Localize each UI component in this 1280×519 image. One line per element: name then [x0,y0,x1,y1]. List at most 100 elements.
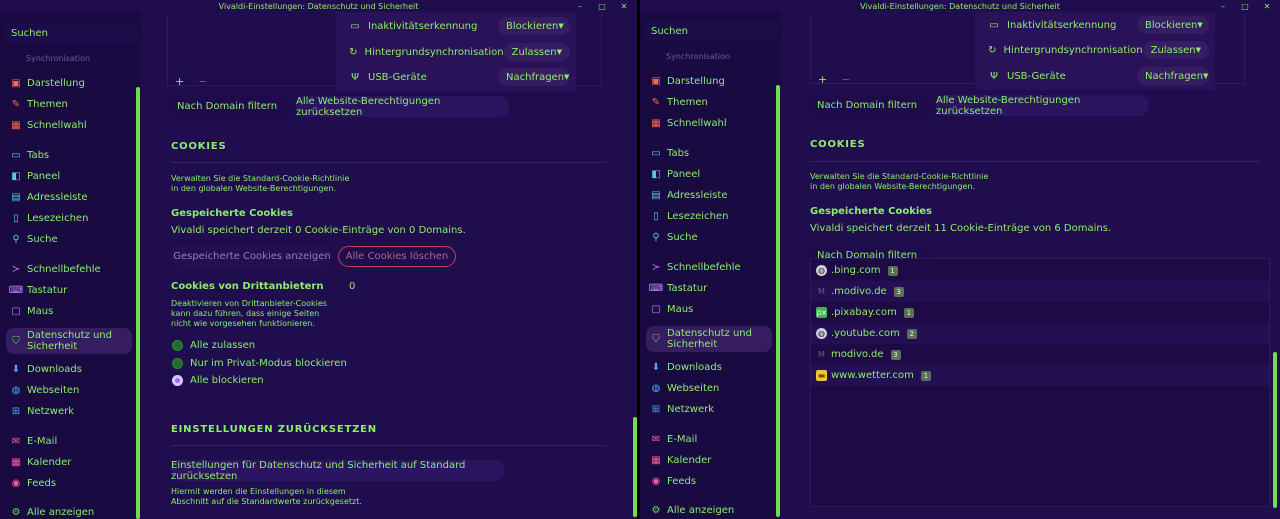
cookie-domain-row[interactable]: Mmodivo.de 3 [811,344,1269,365]
add-permission-button[interactable]: + [818,73,827,86]
sidebar-item-datenschutz[interactable]: ⛉ Datenschutz und Sicherheit [6,328,132,354]
addressbar-icon: ▤ [11,192,21,203]
permission-select[interactable]: Zulassen ▼ [503,43,570,61]
sidebar-item-tabs[interactable]: ▭ Tabs [646,144,772,163]
sidebar-item-email[interactable]: ✉ E-Mail [646,430,772,449]
sidebar-item-kalender[interactable]: ▦ Kalender [646,451,772,470]
reset-description: Hiermit werden die Einstellungen in dies… [171,487,362,506]
maximize-button[interactable]: □ [1236,0,1254,12]
sidebar-item-schnellwahl[interactable]: ▦ Schnellwahl [6,116,132,135]
sidebar-item-alle-anzeigen[interactable]: ⚙ Alle anzeigen [6,503,132,519]
sidebar-item-tabs[interactable]: ▭ Tabs [6,146,132,165]
sidebar-scrollbar[interactable] [136,87,140,519]
reset-settings-button[interactable]: Einstellungen für Datenschutz und Sicher… [171,460,505,482]
radio-allow-all[interactable]: Alle zulassen [172,340,255,351]
sidebar-item-lesezeichen[interactable]: ▯ Lesezeichen [6,209,132,228]
permission-select[interactable]: Blockieren ▼ [1137,16,1209,34]
remove-permission-button[interactable]: − [841,73,850,86]
sidebar-item-suche[interactable]: ⚲ Suche [6,230,132,249]
saved-cookies-status: Vivaldi speichert derzeit 0 Cookie-Eintr… [171,225,466,236]
sidebar-item-lesezeichen[interactable]: ▯ Lesezeichen [646,207,772,226]
command-icon: ≻ [11,264,21,275]
cookies-description: Verwalten Sie die Standard-Cookie-Richtl… [171,174,350,193]
cookie-domain-row[interactable]: px .pixabay.com 1 [811,302,1269,323]
sidebar-item-adressleiste[interactable]: ▤ Adressleiste [646,186,772,205]
sidebar-item-datenschutz[interactable]: ⛉ Datenschutz und Sicherheit [646,326,772,352]
content-scrollbar[interactable] [633,417,637,517]
maximize-button[interactable]: □ [593,0,611,12]
permission-select[interactable]: Nachfragen ▼ [498,68,570,86]
sidebar-item-email[interactable]: ✉ E-Mail [6,432,132,451]
divider [171,445,606,446]
feeds-icon: ◉ [651,476,661,487]
cookie-count-badge: 3 [893,286,904,297]
sidebar-item-webseiten[interactable]: ◍ Webseiten [6,381,132,400]
cookie-domain-row[interactable]: ▬ www.wetter.com 1 [811,365,1269,386]
show-saved-cookies-button[interactable]: Gespeicherte Cookies anzeigen [171,246,333,267]
sidebar-item-netzwerk[interactable]: ⊞ Netzwerk [6,402,132,421]
cookie-domain-row[interactable]: M .modivo.de 3 [811,281,1269,302]
shield-icon: ⛉ [652,333,660,345]
cookie-domain-row[interactable]: ◍ .bing.com 1 [811,260,1269,281]
sidebar-scrollbar[interactable] [776,85,780,517]
sidebar-item-maus[interactable]: ▢ Maus [646,300,772,319]
close-button[interactable]: ✕ [1258,0,1276,12]
panel-icon: ◧ [11,171,21,182]
sidebar-item-alle-anzeigen[interactable]: ⚙ Alle anzeigen [646,501,772,519]
sidebar-item-paneel[interactable]: ◧ Paneel [646,165,772,184]
panel-icon: ◧ [651,169,661,180]
modivo-icon: M [818,350,825,359]
globe-icon: ◍ [651,383,661,394]
chevron-down-icon: ▼ [1197,21,1203,29]
sidebar-item-adressleiste[interactable]: ▤ Adressleiste [6,188,132,207]
window-controls: – □ ✕ [571,0,633,12]
sidebar-item-maus[interactable]: ▢ Maus [6,302,132,321]
sidebar-item-feeds[interactable]: ◉ Feeds [6,474,132,493]
chevron-down-icon: ▼ [564,73,570,81]
permission-domain-filter-input[interactable]: Nach Domain filtern [170,96,292,117]
minimize-button[interactable]: – [571,0,589,12]
add-permission-button[interactable]: + [175,75,184,88]
tabs-icon: ▭ [651,148,661,159]
sidebar-item-kalender[interactable]: ▦ Kalender [6,453,132,472]
radio-block-all[interactable]: Alle blockieren [172,375,264,386]
sidebar-item-darstellung[interactable]: ▣ Darstellung [6,74,132,93]
sidebar-item-schnellbefehle[interactable]: ≻ Schnellbefehle [6,260,132,279]
sidebar-item-schnellbefehle[interactable]: ≻ Schnellbefehle [646,258,772,277]
sidebar-item-tastatur[interactable]: ⌨ Tastatur [646,279,772,298]
permission-select[interactable]: Blockieren ▼ [498,17,570,35]
permission-select[interactable]: Nachfragen ▼ [1137,67,1209,85]
minimize-button[interactable]: – [1214,0,1232,12]
reset-permissions-button[interactable]: Alle Website-Berechtigungen zurücksetzen [296,96,509,118]
sidebar-item-netzwerk[interactable]: ⊞ Netzwerk [646,400,772,419]
cookies-heading: COOKIES [810,139,866,150]
sidebar-item-downloads[interactable]: ⬇ Downloads [6,360,132,379]
chevron-down-icon: ▼ [1203,72,1209,80]
divider [171,162,606,163]
cookie-domain-row[interactable]: ◍ .youtube.com 2 [811,323,1269,344]
sidebar-item-webseiten[interactable]: ◍ Webseiten [646,379,772,398]
sidebar-search-input[interactable]: Suchen [4,22,140,44]
sidebar-item-feeds[interactable]: ◉ Feeds [646,472,772,491]
sidebar-item-schnellwahl[interactable]: ▦ Schnellwahl [646,114,772,133]
sidebar-item-downloads[interactable]: ⬇ Downloads [646,358,772,377]
sidebar-item-darstellung[interactable]: ▣ Darstellung [646,72,772,91]
sidebar-item-tastatur[interactable]: ⌨ Tastatur [6,281,132,300]
sidebar-item-themen[interactable]: ✎ Themen [6,95,132,114]
sidebar-search-input[interactable]: Suchen [644,20,780,42]
reset-permissions-button[interactable]: Alle Website-Berechtigungen zurücksetzen [936,95,1149,117]
sidebar-item-suche[interactable]: ⚲ Suche [646,228,772,247]
close-button[interactable]: ✕ [615,0,633,12]
sidebar-item-themen[interactable]: ✎ Themen [646,93,772,112]
sidebar-item-paneel[interactable]: ◧ Paneel [6,167,132,186]
delete-all-cookies-button[interactable]: Alle Cookies löschen [338,246,456,267]
permission-domain-filter-input[interactable]: Nach Domain filtern [810,95,932,116]
remove-permission-button[interactable]: − [198,75,207,88]
permission-row: Ψ USB-Geräte Nachfragen ▼ [348,67,576,87]
content-scrollbar[interactable] [1273,352,1277,508]
brush-icon: ✎ [651,97,661,108]
network-icon: ⊞ [11,406,21,417]
mouse-icon: ▢ [11,306,21,317]
permission-select[interactable]: Zulassen ▼ [1142,41,1209,59]
radio-block-private[interactable]: Nur im Privat-Modus blockieren [172,358,347,369]
